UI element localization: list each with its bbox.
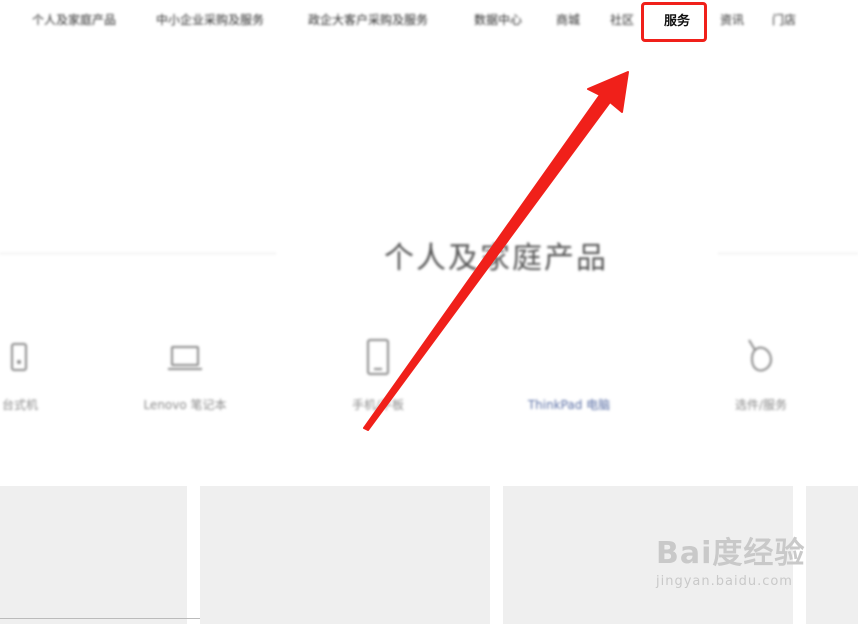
watermark-main: Bai度经验 <box>656 536 806 571</box>
watermark-sub: jingyan.baidu.com <box>656 574 793 589</box>
baidu-jingyan-watermark: Bai度经验 jingyan.baidu.com <box>656 528 805 589</box>
arrow-shape <box>363 71 629 431</box>
